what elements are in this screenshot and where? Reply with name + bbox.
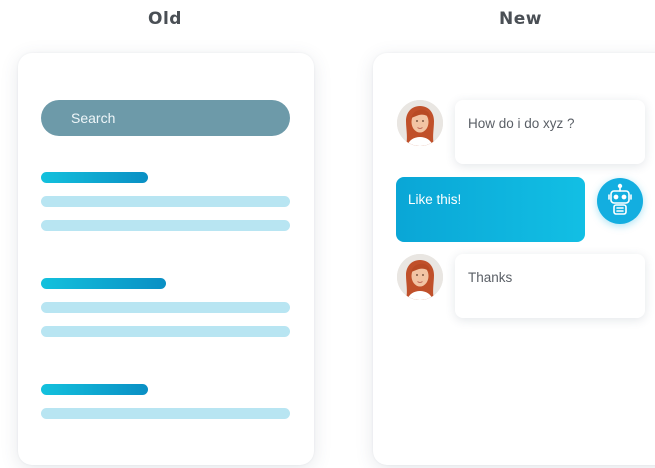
chat-message-user: How do i do xyz ?: [455, 100, 645, 164]
old-search-card: Search: [18, 53, 314, 465]
new-heading: New: [499, 9, 542, 29]
result-title-bar[interactable]: [41, 278, 166, 289]
old-heading: Old: [148, 9, 182, 29]
result-text-line: [41, 326, 290, 337]
result-title-bar[interactable]: [41, 384, 148, 395]
result-text-line: [41, 408, 290, 419]
woman-avatar-icon: [397, 254, 443, 300]
comparison-stage: Old New Search How do i do xyz ? Like th…: [0, 0, 655, 468]
result-text-line: [41, 302, 290, 313]
new-chat-card: How do i do xyz ? Like this! Thanks: [373, 53, 655, 465]
chat-message-user: Thanks: [455, 254, 645, 318]
message-text: Thanks: [468, 270, 513, 285]
search-input[interactable]: Search: [41, 100, 290, 136]
chat-message-bot: Like this!: [396, 177, 585, 242]
result-text-line: [41, 220, 290, 231]
robot-icon: [597, 178, 643, 224]
message-text: How do i do xyz ?: [468, 116, 575, 131]
woman-avatar-icon: [397, 100, 443, 146]
search-placeholder: Search: [71, 110, 116, 126]
result-title-bar[interactable]: [41, 172, 148, 183]
result-text-line: [41, 196, 290, 207]
message-text: Like this!: [408, 192, 462, 207]
